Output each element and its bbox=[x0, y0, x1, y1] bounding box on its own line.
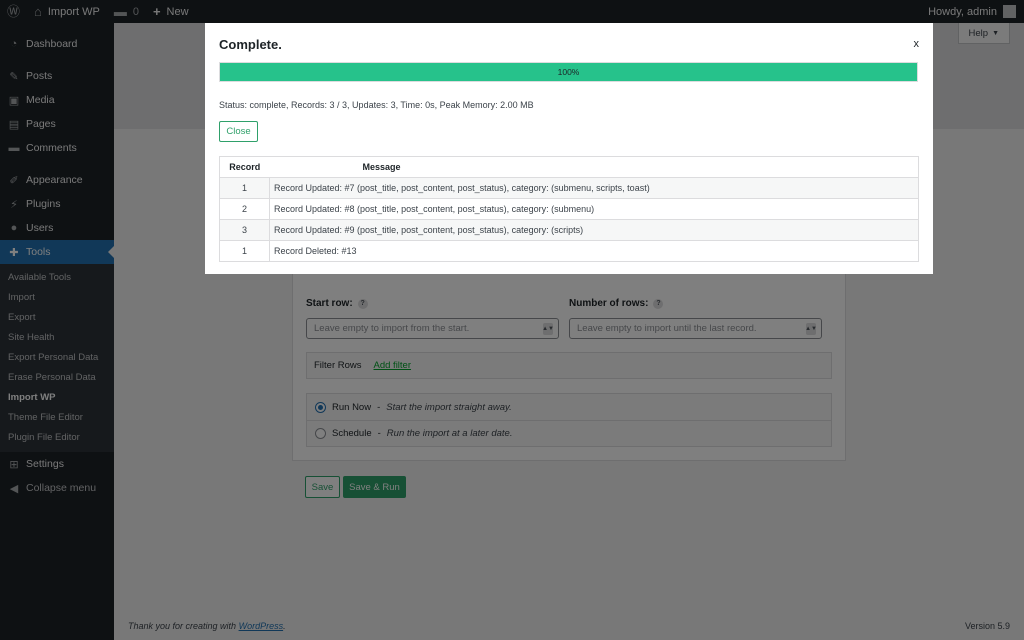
message-cell: Record Updated: #9 (post_title, post_con… bbox=[269, 219, 919, 241]
progress-label: 100% bbox=[557, 67, 580, 77]
records-table: Record Message 1 Record Updated: #7 (pos… bbox=[219, 156, 919, 262]
table-row: 3 Record Updated: #9 (post_title, post_c… bbox=[219, 219, 919, 241]
status-line: Status: complete, Records: 3 / 3, Update… bbox=[219, 100, 534, 110]
record-cell: 2 bbox=[219, 198, 270, 220]
record-cell: 1 bbox=[219, 240, 270, 262]
modal-title: Complete. bbox=[219, 37, 282, 52]
progress-bar: 100% bbox=[219, 62, 918, 82]
message-cell: Record Deleted: #13 bbox=[269, 240, 919, 262]
record-cell: 1 bbox=[219, 177, 270, 199]
close-icon[interactable]: x bbox=[914, 38, 920, 50]
message-column-header: Message bbox=[269, 156, 919, 178]
import-complete-modal: Complete. x 100% Status: complete, Recor… bbox=[205, 23, 933, 274]
message-cell: Record Updated: #7 (post_title, post_con… bbox=[269, 177, 919, 199]
message-cell: Record Updated: #8 (post_title, post_con… bbox=[269, 198, 919, 220]
close-button[interactable]: Close bbox=[219, 121, 258, 142]
record-cell: 3 bbox=[219, 219, 270, 241]
table-row: 1 Record Deleted: #13 bbox=[219, 240, 919, 262]
table-row: 1 Record Updated: #7 (post_title, post_c… bbox=[219, 177, 919, 199]
record-column-header: Record bbox=[219, 156, 270, 178]
table-header-row: Record Message bbox=[219, 156, 919, 178]
table-row: 2 Record Updated: #8 (post_title, post_c… bbox=[219, 198, 919, 220]
